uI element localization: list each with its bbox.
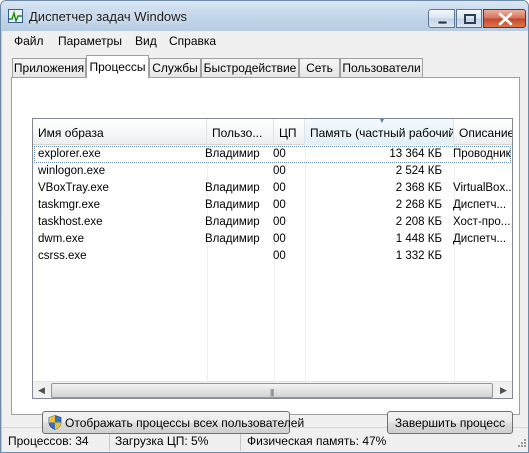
tab-networking[interactable]: Сеть xyxy=(299,58,340,77)
table-row[interactable]: taskhost.exe Владимир 00 2 208 КБ Хост-п… xyxy=(33,214,512,231)
process-user: Владимир xyxy=(205,148,260,160)
menu-bar: Файл Параметры Вид Справка xyxy=(2,31,528,51)
end-process-button[interactable]: Завершить процесс xyxy=(387,411,513,434)
process-list-header: Имя образа Пользо... ЦП ▼ Память (частны… xyxy=(33,119,512,145)
column-user-name[interactable]: Пользо... xyxy=(207,119,274,145)
tab-performance[interactable]: Быстродействие xyxy=(201,58,299,77)
table-row[interactable]: csrss.exe 00 1 332 КБ xyxy=(33,248,512,265)
uac-shield-icon xyxy=(48,415,62,433)
client-area: Приложения Процессы Службы Быстродействи… xyxy=(2,51,528,434)
process-memory: 2 524 КБ xyxy=(395,165,442,177)
process-user: Владимир xyxy=(205,182,260,194)
process-memory: 13 364 КБ xyxy=(389,148,442,160)
tab-services[interactable]: Службы xyxy=(149,58,201,77)
tab-applications[interactable]: Приложения xyxy=(12,58,86,77)
menu-options[interactable]: Параметры xyxy=(58,34,122,48)
task-manager-window: Диспетчер задач Windows Файл Параметры В… xyxy=(0,0,529,453)
process-memory: 2 268 КБ xyxy=(395,199,442,211)
horizontal-scrollbar[interactable]: ◀ ||| ▶ xyxy=(33,381,512,398)
process-description: Диспетч... xyxy=(453,199,507,211)
process-list[interactable]: Имя образа Пользо... ЦП ▼ Память (частны… xyxy=(32,118,513,399)
table-row[interactable]: winlogon.exe 00 2 524 КБ xyxy=(33,163,512,180)
title-bar[interactable]: Диспетчер задач Windows xyxy=(1,1,528,31)
process-name: VBoxTray.exe xyxy=(38,182,109,194)
process-name: csrss.exe xyxy=(38,250,87,262)
status-separator xyxy=(240,431,241,451)
window-title: Диспетчер задач Windows xyxy=(29,9,188,24)
task-manager-app-icon xyxy=(8,9,23,23)
process-name: dwm.exe xyxy=(38,233,85,245)
sort-descending-icon: ▼ xyxy=(378,119,386,125)
process-cpu: 00 xyxy=(273,165,286,177)
process-description: Проводник xyxy=(453,148,511,160)
process-cpu: 00 xyxy=(273,182,286,194)
tab-processes[interactable]: Процессы xyxy=(86,55,149,78)
table-row[interactable]: explorer.exe Владимир 00 13 364 КБ Прово… xyxy=(33,146,512,163)
column-image-name[interactable]: Имя образа xyxy=(33,119,207,145)
end-process-label: Завершить процесс xyxy=(394,416,506,430)
table-row[interactable]: taskmgr.exe Владимир 00 2 268 КБ Диспетч… xyxy=(33,197,512,214)
process-user: Владимир xyxy=(205,233,260,245)
process-name: explorer.exe xyxy=(38,148,101,160)
menu-file[interactable]: Файл xyxy=(14,34,44,48)
status-cpu-usage: Загрузка ЦП: 5% xyxy=(115,434,209,448)
process-memory: 2 208 КБ xyxy=(395,216,442,228)
process-memory: 1 332 КБ xyxy=(395,250,442,262)
scroll-left-arrow-icon[interactable]: ◀ xyxy=(33,382,50,398)
column-memory[interactable]: ▼ Память (частный рабочий набор) xyxy=(305,119,454,145)
process-user: Владимир xyxy=(205,216,260,228)
minimize-button[interactable] xyxy=(428,9,455,28)
scroll-right-arrow-icon[interactable]: ▶ xyxy=(495,382,512,398)
processes-tab-panel: Имя образа Пользо... ЦП ▼ Память (частны… xyxy=(11,77,520,434)
maximize-button[interactable] xyxy=(456,9,482,28)
status-processes: Процессов: 34 xyxy=(8,434,89,448)
scrollbar-grip: ||| xyxy=(270,388,274,397)
column-description[interactable]: Описание xyxy=(454,119,512,145)
process-memory: 2 368 КБ xyxy=(395,182,442,194)
scrollbar-thumb[interactable]: ||| xyxy=(51,383,493,398)
tab-users[interactable]: Пользователи xyxy=(340,58,423,77)
process-description: Диспетч... xyxy=(453,233,507,245)
show-all-users-button[interactable]: Отображать процессы всех пользователей xyxy=(42,411,304,434)
process-name: taskmgr.exe xyxy=(38,199,100,211)
process-cpu: 00 xyxy=(273,148,286,160)
show-all-users-label: Отображать процессы всех пользователей xyxy=(65,416,305,430)
status-physical-memory: Физическая память: 47% xyxy=(247,434,387,448)
process-description: Хост-про... xyxy=(453,216,511,228)
process-name: winlogon.exe xyxy=(38,165,106,177)
column-cpu[interactable]: ЦП xyxy=(274,119,305,145)
menu-help[interactable]: Справка xyxy=(169,34,216,48)
close-button[interactable] xyxy=(483,9,526,28)
table-row[interactable]: VBoxTray.exe Владимир 00 2 368 КБ Virtua… xyxy=(33,180,512,197)
process-name: taskhost.exe xyxy=(38,216,103,228)
process-cpu: 00 xyxy=(273,233,286,245)
process-cpu: 00 xyxy=(273,250,286,262)
menu-view[interactable]: Вид xyxy=(135,34,157,48)
process-cpu: 00 xyxy=(273,199,286,211)
process-memory: 1 448 КБ xyxy=(395,233,442,245)
process-user: Владимир xyxy=(205,199,260,211)
process-cpu: 00 xyxy=(273,216,286,228)
table-row[interactable]: dwm.exe Владимир 00 1 448 КБ Диспетч... xyxy=(33,231,512,248)
status-separator xyxy=(109,431,110,451)
resize-grip-icon[interactable] xyxy=(516,437,527,451)
process-description: VirtualBox... xyxy=(453,182,511,194)
column-memory-label: Память (частный рабочий набор) xyxy=(310,126,454,140)
